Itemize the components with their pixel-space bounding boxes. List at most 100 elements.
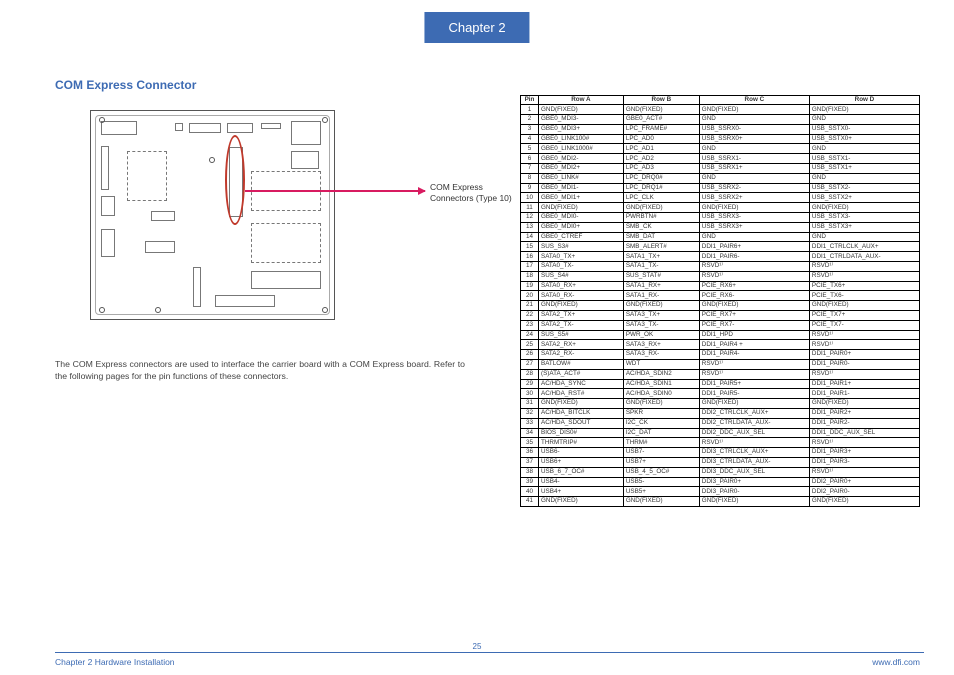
pin-cell: 24 [521, 330, 539, 340]
pin-cell: PCIE_RX6+ [699, 281, 809, 291]
pin-cell: GBE0_CTREF [539, 232, 624, 242]
pin-cell: SATA1_RX+ [623, 281, 699, 291]
callout-line1: COM Express [430, 182, 483, 192]
pin-cell: BIOS_DIS0# [539, 428, 624, 438]
pin-cell: 9 [521, 183, 539, 193]
pin-cell: RSVD¹⁾ [699, 369, 809, 379]
pin-cell: DDI3_PAIR0+ [699, 477, 809, 487]
pin-cell: DDI1_PAIR2- [809, 418, 919, 428]
pin-cell: USB_SSTX0+ [809, 134, 919, 144]
pin-cell: DDI1_PAIR0+ [809, 350, 919, 360]
table-row: 16SATA0_TX+SATA1_TX+DDI1_PAIR6-DDI1_CTRL… [521, 252, 920, 262]
pin-cell: SUS_S3# [539, 242, 624, 252]
pin-cell: GND(FIXED) [623, 105, 699, 115]
pin-cell: DDI1_PAIR5- [699, 389, 809, 399]
pin-cell: USB_SSRX2- [699, 183, 809, 193]
table-row: 3GBE0_MDI3+LPC_FRAME#USB_SSRX0-USB_SSTX0… [521, 124, 920, 134]
pin-cell: PWR_OK [623, 330, 699, 340]
table-row: 34BIOS_DIS0#I2C_DATDDI2_DDC_AUX_SELDDI1_… [521, 428, 920, 438]
pin-cell: SMB_DAT [623, 232, 699, 242]
pin-cell: LPC_CLK [623, 193, 699, 203]
pin-cell: 11 [521, 203, 539, 213]
pin-cell: 25 [521, 340, 539, 350]
pin-cell: GND [809, 115, 919, 125]
pin-cell: DDI1_PAIR0- [809, 360, 919, 370]
pin-cell: 39 [521, 477, 539, 487]
pin-cell: USB_SSTX2- [809, 183, 919, 193]
pin-cell: 41 [521, 497, 539, 507]
pin-cell: PCIE_TX7- [809, 320, 919, 330]
pin-cell: LPC_DRQ1# [623, 183, 699, 193]
pin-cell: DDI1_PAIR2+ [809, 409, 919, 419]
table-row: 20SATA0_RX-SATA1_RX-PCIE_RX6-PCIE_TX6- [521, 291, 920, 301]
pin-cell: GBE0_MDI3+ [539, 124, 624, 134]
pin-cell: DDI1_PAIR4 + [699, 340, 809, 350]
pin-cell: DDI1_CTRLCLK_AUX+ [809, 242, 919, 252]
pin-cell: 29 [521, 379, 539, 389]
pin-cell: USB_SSTX3- [809, 213, 919, 223]
pin-cell: DDI1_HPD [699, 330, 809, 340]
pin-cell: LPC_AD0 [623, 134, 699, 144]
pin-cell: USB_SSTX1+ [809, 164, 919, 174]
pin-cell: USB_SSRX0+ [699, 134, 809, 144]
table-row: 11GND(FIXED)GND(FIXED)GND(FIXED)GND(FIXE… [521, 203, 920, 213]
pin-cell: SATA2_RX- [539, 350, 624, 360]
chapter-tab: Chapter 2 [424, 12, 529, 43]
pin-cell: USB5- [623, 477, 699, 487]
pin-cell: 14 [521, 232, 539, 242]
pin-cell: USB_SSTX0- [809, 124, 919, 134]
pin-cell: USB_SSRX0- [699, 124, 809, 134]
table-row: 28(S)ATA_ACT#AC/HDA_SDIN2RSVD¹⁾RSVD¹⁾ [521, 369, 920, 379]
pin-cell: GND(FIXED) [623, 399, 699, 409]
callout-arrow [245, 190, 425, 192]
pin-cell: 21 [521, 301, 539, 311]
pin-table: PinRow ARow BRow CRow D 1GND(FIXED)GND(F… [520, 95, 920, 507]
pin-cell: RSVD¹⁾ [809, 467, 919, 477]
pin-cell: USB_6_7_OC# [539, 467, 624, 477]
pin-cell: USB_SSTX3+ [809, 222, 919, 232]
table-row: 2GBE0_MDI3-GBE0_ACT#GNDGND [521, 115, 920, 125]
table-row: 21GND(FIXED)GND(FIXED)GND(FIXED)GND(FIXE… [521, 301, 920, 311]
table-row: 12GBE0_MDI0-PWRBTN#USB_SSRX3-USB_SSTX3- [521, 213, 920, 223]
pin-cell: RSVD¹⁾ [809, 438, 919, 448]
table-row: 41GND(FIXED)GND(FIXED)GND(FIXED)GND(FIXE… [521, 497, 920, 507]
table-row: 31GND(FIXED)GND(FIXED)GND(FIXED)GND(FIXE… [521, 399, 920, 409]
body-paragraph: The COM Express connectors are used to i… [55, 358, 465, 382]
table-row: 6GBE0_MDI2-LPC_AD2USB_SSRX1-USB_SSTX1- [521, 154, 920, 164]
table-row: 23SATA2_TX-SATA3_TX-PCIE_RX7-PCIE_TX7- [521, 320, 920, 330]
table-row: 22SATA2_TX+SATA3_TX+PCIE_RX7+PCIE_TX7+ [521, 311, 920, 321]
pin-cell: DDI3_PAIR0- [699, 487, 809, 497]
table-row: 19SATA0_RX+SATA1_RX+PCIE_RX6+PCIE_TX6+ [521, 281, 920, 291]
pin-cell: PCIE_TX6+ [809, 281, 919, 291]
table-row: 38USB_6_7_OC#USB_4_5_OC#DDI3_DDC_AUX_SEL… [521, 467, 920, 477]
pin-cell: USB_4_5_OC# [623, 467, 699, 477]
pin-cell: 19 [521, 281, 539, 291]
pin-cell: GBE0_MDI0+ [539, 222, 624, 232]
pin-cell: USB5+ [623, 487, 699, 497]
pin-cell: RSVD¹⁾ [699, 271, 809, 281]
pin-cell: 33 [521, 418, 539, 428]
pin-cell: USB6- [539, 448, 624, 458]
pin-cell: 22 [521, 311, 539, 321]
pin-cell: AC/HDA_SDIN1 [623, 379, 699, 389]
pin-cell: GND(FIXED) [623, 497, 699, 507]
pin-cell: 20 [521, 291, 539, 301]
pin-cell: DDI2_PAIR0- [809, 487, 919, 497]
pin-cell: GND(FIXED) [809, 301, 919, 311]
pin-cell: SATA1_RX- [623, 291, 699, 301]
pin-cell: GND(FIXED) [699, 497, 809, 507]
footer-chapter: Chapter 2 Hardware Installation [55, 657, 175, 667]
pin-cell: 13 [521, 222, 539, 232]
pin-cell: 15 [521, 242, 539, 252]
pin-cell: USB4- [539, 477, 624, 487]
pin-cell: (S)ATA_ACT# [539, 369, 624, 379]
pin-table-header: Row B [623, 96, 699, 105]
pin-cell: AC/HDA_SYNC [539, 379, 624, 389]
pin-cell: GND(FIXED) [623, 301, 699, 311]
pin-cell: I2C_CK [623, 418, 699, 428]
pin-cell: 8 [521, 173, 539, 183]
pin-cell: SMB_ALERT# [623, 242, 699, 252]
pin-cell: GND(FIXED) [809, 399, 919, 409]
pin-cell: DDI1_PAIR5+ [699, 379, 809, 389]
footer-url: www.dfi.com [872, 657, 920, 667]
